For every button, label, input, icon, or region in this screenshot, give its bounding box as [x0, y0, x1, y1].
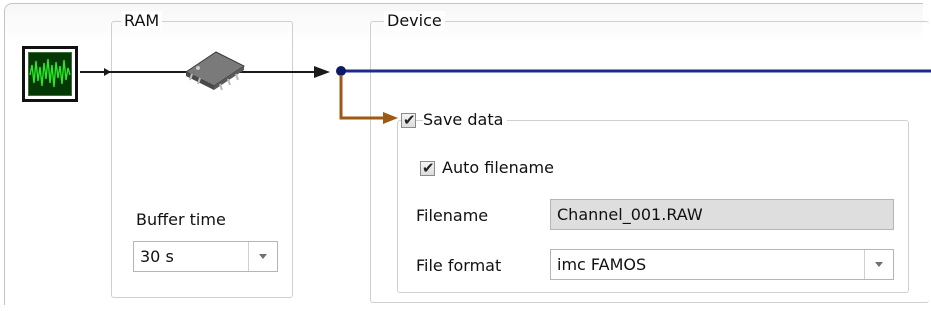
waveform-trace: [29, 58, 71, 88]
buffer-time-label: Buffer time: [136, 210, 226, 229]
buffer-time-select[interactable]: 30 s: [133, 241, 278, 272]
chevron-down-icon: [875, 262, 883, 267]
save-branch-arrow: [383, 112, 398, 124]
buffer-time-dropdown-button[interactable]: [248, 242, 277, 271]
signal-waveform-icon[interactable]: [22, 46, 78, 102]
buffer-time-value: 30 s: [140, 247, 174, 266]
save-data-checkbox[interactable]: ✔: [401, 111, 416, 129]
file-format-label: File format: [416, 256, 502, 275]
ram-chip-icon: [185, 51, 245, 91]
signal-arrow-ram: [104, 68, 111, 76]
filename-label: Filename: [416, 206, 489, 225]
signal-arrow-device: [314, 66, 330, 78]
save-data-label: Save data: [423, 110, 508, 130]
filename-field[interactable]: Channel_001.RAW: [550, 199, 894, 230]
file-format-select[interactable]: imc FAMOS: [550, 249, 894, 280]
checkmark-icon: ✔: [422, 159, 435, 177]
chevron-down-icon: [259, 254, 267, 259]
save-branch-line: [339, 75, 388, 120]
file-format-value: imc FAMOS: [557, 255, 647, 274]
auto-filename-checkbox[interactable]: ✔: [420, 159, 435, 177]
auto-filename-label: Auto filename: [442, 158, 554, 177]
filename-value: Channel_001.RAW: [557, 205, 703, 224]
checkmark-icon: ✔: [403, 111, 416, 129]
file-format-dropdown-button[interactable]: [864, 250, 893, 279]
junction-dot: [336, 66, 346, 76]
